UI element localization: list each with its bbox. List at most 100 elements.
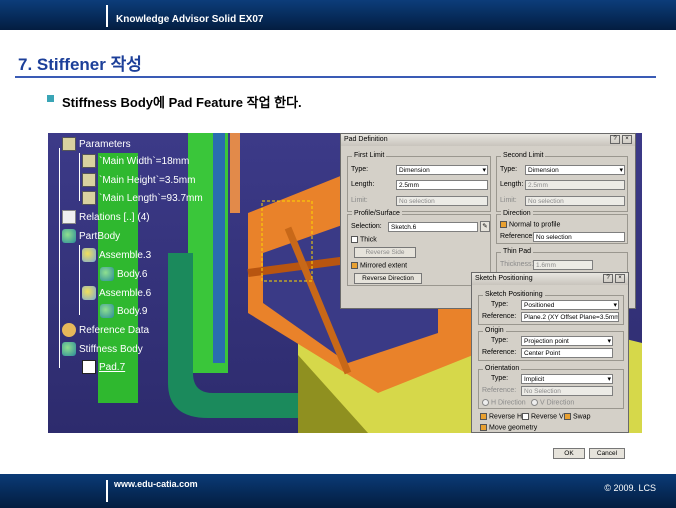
relations-icon [62, 210, 76, 224]
tree-connector [59, 148, 60, 368]
thick-checkbox[interactable]: Thick [351, 236, 377, 243]
body-icon [100, 304, 114, 318]
second-length-input[interactable]: 2.5mm [525, 180, 625, 190]
profile-selection-input[interactable]: Sketch.6 [388, 222, 478, 232]
swap-checkbox[interactable]: Swap [564, 413, 591, 420]
close-icon[interactable]: × [622, 135, 632, 144]
slide-header-bar: Knowledge Advisor Solid EX07 [0, 0, 676, 30]
footer-copyright: © 2009. LCS [604, 483, 656, 493]
origin-reference-input[interactable]: Center Point [521, 348, 613, 358]
tree-item-relations[interactable]: Relations [..] (4) [62, 210, 151, 224]
tree-item-partbody[interactable]: PartBody [62, 229, 121, 243]
type-label: Type: [500, 166, 518, 173]
help-icon[interactable]: ? [610, 135, 620, 144]
body-icon [62, 342, 76, 356]
tree-label: Body.9 [117, 305, 148, 317]
normal-to-profile-checkbox[interactable]: Normal to profile [500, 221, 560, 228]
orientation-type-select[interactable]: Implicit [521, 374, 613, 384]
sketch-positioning-dialog[interactable]: Sketch Positioning ? × Sketch Positionin… [471, 272, 629, 433]
group-label: Thin Pad [501, 248, 534, 255]
footer-url[interactable]: www.edu-catia.com [114, 479, 198, 489]
help-icon[interactable]: ? [603, 274, 613, 283]
tree-label: `Main Height`=3.5mm [99, 174, 196, 186]
direction-reference-input[interactable]: No selection [533, 232, 625, 242]
second-limit-type-select[interactable]: Dimension [525, 165, 625, 175]
parameters-icon [62, 137, 76, 151]
assemble-icon [82, 248, 96, 262]
header-title: Knowledge Advisor Solid EX07 [116, 14, 264, 25]
tree-item-main-height[interactable]: `Main Height`=3.5mm [82, 173, 196, 187]
tree-connector [79, 153, 80, 201]
tree-label: `Main Length`=93.7mm [99, 192, 203, 204]
first-length-input[interactable]: 2.5mm [396, 180, 488, 190]
sketch-edit-icon[interactable]: ✎ [480, 221, 490, 232]
body-icon [100, 267, 114, 281]
second-limit-group: Second Limit Type: Dimension Length: 2.5… [496, 152, 628, 212]
positioning-reference-input[interactable]: Plane.2 (XY Offset Plane=3.5mm) [521, 312, 619, 322]
dialog-title: Sketch Positioning [475, 275, 533, 282]
parameter-icon [82, 191, 96, 205]
v-direction-label: V Direction [540, 399, 575, 407]
tree-item-stiffness-body[interactable]: Stiffness Body [62, 342, 144, 356]
group-label: Second Limit [501, 152, 546, 159]
second-limit-input[interactable]: No selection [525, 196, 625, 206]
dialog-titlebar: Sketch Positioning ? × [472, 273, 628, 285]
reference-label: Reference: [482, 313, 517, 320]
origin-group: Origin Type: Projection point Reference:… [478, 327, 624, 361]
header-divider [106, 5, 108, 27]
tree-item-parameters[interactable]: Parameters [62, 137, 132, 151]
group-label: First Limit [352, 152, 387, 159]
ok-button[interactable]: OK [553, 448, 585, 459]
orientation-reference-input[interactable]: No Selection [521, 386, 613, 396]
group-label: Profile/Surface [352, 210, 402, 217]
tree-item-main-length[interactable]: `Main Length`=93.7mm [82, 191, 204, 205]
reverse-h-label: Reverse H [489, 413, 523, 421]
reference-label: Reference: [482, 349, 517, 356]
cancel-button[interactable]: Cancel [589, 448, 625, 459]
bullet-text: Stiffness Body에 Pad Feature 작업 한다. [62, 95, 302, 110]
reference-label: Reference: [482, 387, 517, 394]
close-icon[interactable]: × [615, 274, 625, 283]
sketch-positioning-group: Sketch Positioning Type: Positioned Refe… [478, 291, 624, 325]
v-direction-radio[interactable]: V Direction [531, 399, 574, 406]
reverse-side-button[interactable]: Reverse Side [354, 247, 416, 258]
first-limit-type-select[interactable]: Dimension [396, 165, 488, 175]
tree-item-main-width[interactable]: `Main Width`=18mm [82, 154, 190, 168]
mirrored-extent-checkbox[interactable]: Mirrored extent [351, 262, 407, 269]
first-limit-input[interactable]: No selection [396, 196, 488, 206]
length-label: Length: [500, 181, 524, 188]
body-icon [62, 229, 76, 243]
tree-label: Pad.7 [99, 361, 126, 373]
specification-tree[interactable]: Parameters `Main Width`=18mm `Main Heigh… [48, 133, 268, 383]
reverse-v-label: Reverse V [531, 413, 564, 421]
tree-label: PartBody [79, 230, 121, 242]
tree-item-pad7[interactable]: Pad.7 [82, 360, 126, 374]
tree-item-body6[interactable]: Body.6 [100, 267, 148, 281]
parameter-icon [82, 154, 96, 168]
origin-type-select[interactable]: Projection point [521, 336, 613, 346]
tree-item-assemble3[interactable]: Assemble.3 [82, 248, 152, 262]
group-label: Orientation [483, 365, 522, 372]
tree-connector [79, 245, 80, 315]
thickness1-label: Thickness1: [500, 261, 538, 268]
tree-label: Body.6 [117, 268, 148, 280]
tree-item-body9[interactable]: Body.9 [100, 304, 148, 318]
tree-label: Stiffness Body [79, 343, 143, 355]
catia-viewport[interactable]: Parameters `Main Width`=18mm `Main Heigh… [48, 133, 642, 433]
group-label: Sketch Positioning [483, 291, 545, 298]
bullet-marker [47, 95, 54, 102]
thickness1-input[interactable]: 1.6mm [533, 260, 593, 270]
positioning-type-select[interactable]: Positioned [521, 300, 619, 310]
tree-item-reference-data[interactable]: Reference Data [62, 323, 150, 337]
swap-label: Swap [573, 413, 591, 421]
reverse-h-checkbox[interactable]: Reverse H [480, 413, 522, 420]
thin-pad-group: Thin Pad Thickness1: 1.6mm [496, 248, 628, 274]
reference-label: Reference: [500, 233, 535, 240]
tree-item-assemble6[interactable]: Assemble.6 [82, 286, 152, 300]
move-geometry-checkbox[interactable]: Move geometry [480, 424, 537, 431]
slide-heading: 7. Stiffener 작성 [18, 55, 142, 74]
tree-label: Assemble.3 [99, 249, 152, 261]
reverse-v-checkbox[interactable]: Reverse V [522, 413, 564, 420]
h-direction-radio[interactable]: H Direction [482, 399, 526, 406]
reverse-direction-button[interactable]: Reverse Direction [354, 273, 422, 284]
